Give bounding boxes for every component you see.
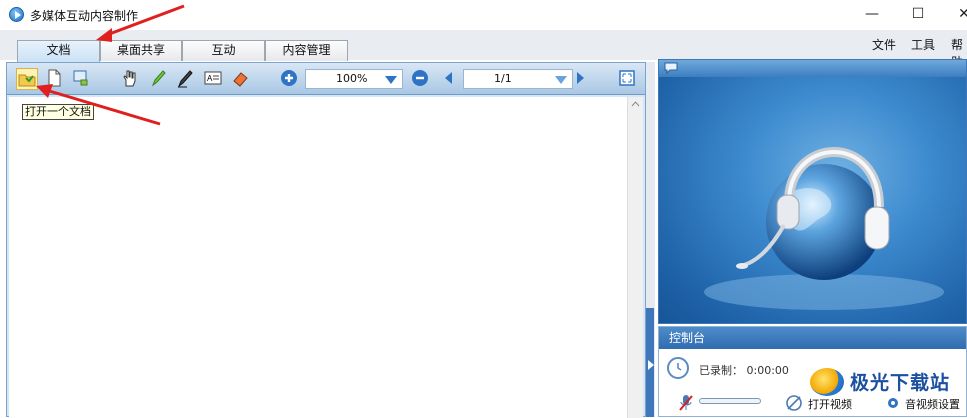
volume-slider[interactable] xyxy=(699,398,761,404)
fit-page-icon[interactable] xyxy=(617,68,639,90)
next-page-icon[interactable] xyxy=(570,68,592,90)
video-panel xyxy=(658,59,967,324)
watermark: 极光下载站 xyxy=(808,366,967,398)
chevron-down-icon xyxy=(385,76,397,84)
svg-text:A: A xyxy=(207,74,213,83)
zoom-select[interactable]: 100% xyxy=(305,69,403,89)
zoom-in-icon[interactable] xyxy=(279,68,301,90)
page-value: 1/1 xyxy=(494,72,512,85)
app-icon xyxy=(9,7,24,22)
pen-icon[interactable] xyxy=(175,68,197,90)
collapse-arrow-icon[interactable] xyxy=(648,360,654,370)
zoom-value: 100% xyxy=(336,72,368,85)
menu-tools[interactable]: 工具 xyxy=(911,36,935,53)
export-icon[interactable] xyxy=(71,68,93,90)
document-canvas[interactable] xyxy=(9,97,627,418)
recorded-time: 0:00:00 xyxy=(746,364,789,377)
scroll-up-icon[interactable] xyxy=(628,97,643,111)
tab-document[interactable]: 文档 xyxy=(17,40,100,62)
clock-icon xyxy=(667,357,689,379)
watermark-logo xyxy=(810,368,844,396)
open-folder-icon[interactable] xyxy=(16,68,38,90)
open-video-button[interactable]: 打开视频 xyxy=(808,396,852,412)
recorded-label: 已录制： xyxy=(699,364,743,377)
console-title: 控制台 xyxy=(659,327,966,349)
vertical-scrollbar[interactable] xyxy=(627,97,643,418)
av-settings-button[interactable]: 音视频设置 xyxy=(905,396,960,412)
document-toolbar: A 100% 1/1 xyxy=(7,63,645,95)
tooltip: 打开一个文档 xyxy=(22,104,94,120)
text-box-icon[interactable]: A xyxy=(203,68,225,90)
headset-globe-image xyxy=(704,147,944,310)
watermark-text: 极光下载站 xyxy=(850,372,951,394)
page-select[interactable]: 1/1 xyxy=(463,69,573,89)
tab-interaction[interactable]: 互动 xyxy=(182,40,265,61)
camera-off-icon[interactable] xyxy=(785,394,803,412)
minimize-button[interactable]: — xyxy=(852,3,892,27)
microphone-muted-icon[interactable] xyxy=(679,394,693,412)
tab-content-management[interactable]: 内容管理 xyxy=(265,40,348,61)
video-panel-header xyxy=(659,60,966,77)
tab-desktop-share[interactable]: 桌面共享 xyxy=(100,40,182,61)
document-panel: A 100% 1/1 xyxy=(6,62,646,418)
chat-bubble-icon xyxy=(664,62,678,74)
maximize-button[interactable]: ☐ xyxy=(898,3,938,27)
title-bar: 多媒体互动内容制作 — ☐ ✕ xyxy=(0,0,967,30)
prev-page-icon[interactable] xyxy=(439,68,461,90)
new-document-icon[interactable] xyxy=(44,68,66,90)
hand-icon[interactable] xyxy=(119,68,141,90)
window-title: 多媒体互动内容制作 xyxy=(30,9,139,23)
menu-file[interactable]: 文件 xyxy=(872,36,896,53)
chevron-down-icon xyxy=(555,76,567,84)
menu-bar: 文档 桌面共享 互动 内容管理 文件 工具 帮助 xyxy=(0,30,967,69)
highlighter-icon[interactable] xyxy=(148,68,170,90)
recorded-status: 已录制： 0:00:00 xyxy=(699,362,789,378)
close-button[interactable]: ✕ xyxy=(944,3,967,27)
panel-splitter[interactable] xyxy=(646,62,655,417)
eraser-icon[interactable] xyxy=(231,68,253,90)
zoom-out-icon[interactable] xyxy=(410,68,432,90)
